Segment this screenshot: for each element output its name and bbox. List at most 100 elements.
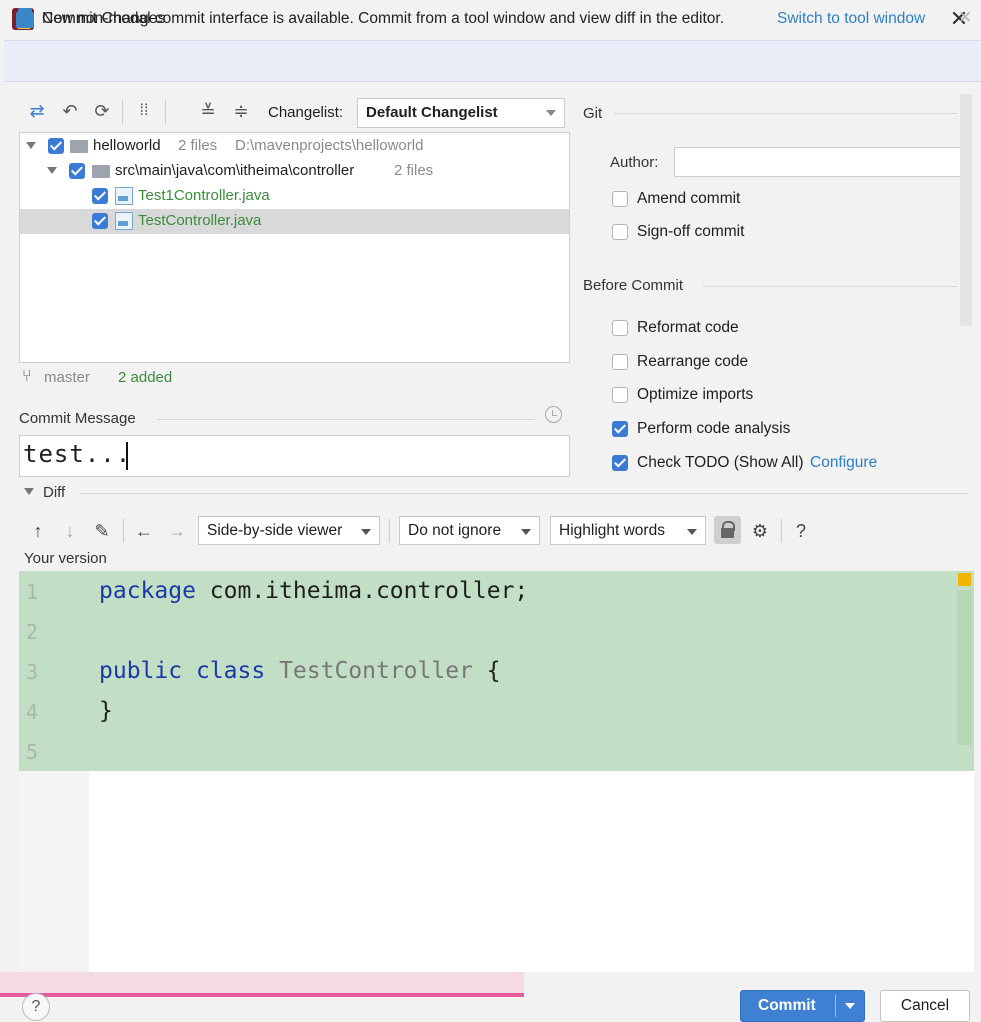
tree-row-package[interactable]: src\main\java\com\itheima\controller 2 f… [20, 159, 569, 184]
lock-icon[interactable] [714, 516, 741, 544]
commit-button-label: Commit [758, 997, 816, 1014]
text-caret [126, 442, 128, 470]
switch-to-tool-window-link[interactable]: Switch to tool window [777, 10, 925, 28]
option-label: Optimize imports [637, 386, 754, 403]
file-checkbox[interactable] [92, 188, 108, 204]
toolbar-separator [389, 519, 390, 543]
next-difference-icon[interactable]: ↓ [59, 520, 81, 542]
check-todo-checkbox[interactable] [612, 455, 628, 471]
notification-banner [4, 40, 981, 82]
code-token: { [472, 658, 501, 684]
move-changes-icon[interactable]: ⇄ [26, 100, 48, 122]
toolbar-separator [123, 519, 124, 543]
line-number: 5 [26, 740, 39, 764]
editor-scrollbar[interactable] [957, 590, 972, 745]
options-scrollbar[interactable] [960, 94, 972, 326]
whitespace-ignore-select[interactable]: Do not ignore [399, 516, 540, 545]
rollback-icon[interactable]: ↶ [59, 100, 81, 122]
collapse-all-icon[interactable]: ≑ [230, 100, 252, 122]
commit-message-input[interactable]: test... [19, 435, 570, 477]
module-checkbox[interactable] [48, 138, 64, 154]
changelist-select[interactable]: Default Changelist [357, 98, 565, 128]
configure-link[interactable]: Configure [810, 454, 877, 472]
option-label: Amend commit [637, 190, 741, 207]
amend-commit-checkbox[interactable] [612, 191, 628, 207]
diff-collapse-arrow-icon[interactable] [24, 488, 34, 500]
collapse-arrow-icon[interactable] [26, 142, 36, 154]
branch-icon: ⑂ [22, 368, 32, 385]
commit-message-label: Commit Message [19, 410, 136, 427]
banner-text: New non-modal commit interface is availa… [42, 10, 725, 27]
java-file-icon [115, 212, 133, 230]
editor-gutter [19, 771, 89, 972]
folder-icon [92, 165, 110, 178]
tree-row-file[interactable]: Test1Controller.java [20, 184, 569, 209]
rearrange-code-checkbox[interactable] [612, 354, 628, 370]
button-split-divider [835, 995, 836, 1017]
video-progress-bar [0, 993, 524, 997]
optimize-imports-checkbox[interactable] [612, 387, 628, 403]
package-checkbox[interactable] [69, 163, 85, 179]
branch-name[interactable]: master [44, 369, 90, 386]
tree-row-file-selected[interactable]: TestController.java [20, 209, 569, 234]
help-icon[interactable]: ? [790, 520, 812, 542]
viewer-mode-select[interactable]: Side-by-side viewer [198, 516, 380, 545]
code-token: } [99, 698, 113, 724]
edit-source-icon[interactable]: ✎ [91, 520, 113, 542]
changelist-label: Changelist: [268, 104, 344, 121]
code-line[interactable]: package com.itheima.controller; [99, 578, 528, 604]
file-name: Test1Controller.java [138, 187, 270, 204]
code-analysis-checkbox[interactable] [612, 421, 628, 437]
toolbar-separator [781, 519, 782, 543]
code-token: class [195, 658, 266, 684]
help-button[interactable]: ? [22, 993, 50, 1021]
before-commit-label: Before Commit [583, 277, 684, 294]
line-number: 2 [26, 620, 39, 644]
cancel-button[interactable]: Cancel [880, 990, 970, 1022]
file-checkbox[interactable] [92, 213, 108, 229]
change-marker[interactable] [958, 573, 971, 586]
option-label: Sign-off commit [637, 223, 745, 240]
toolbar-separator [165, 100, 166, 124]
commit-options-arrow-icon[interactable] [845, 1003, 855, 1014]
commit-button[interactable]: Commit [740, 990, 865, 1022]
refresh-icon[interactable]: ⟳ [91, 100, 113, 122]
module-folder-icon [70, 140, 88, 153]
option-label: Rearrange code [637, 353, 749, 370]
highlight-mode-select[interactable]: Highlight words [550, 516, 706, 545]
tree-row-module[interactable]: helloworld 2 files D:\mavenprojects\hell… [20, 134, 569, 159]
code-token: com.itheima.controller; [195, 578, 529, 604]
line-number: 3 [26, 660, 39, 684]
option-label: Check TODO (Show All) [637, 454, 804, 471]
code-line[interactable]: } [99, 698, 113, 724]
diff-label: Diff [43, 484, 66, 501]
group-by-icon[interactable]: ⁞⁞ [133, 100, 155, 122]
divider [157, 419, 535, 420]
settings-gear-icon[interactable]: ⚙ [749, 520, 771, 542]
reformat-code-checkbox[interactable] [612, 320, 628, 336]
code-token: TestController [279, 658, 473, 684]
sign-off-checkbox[interactable] [612, 224, 628, 240]
author-input[interactable] [674, 147, 967, 177]
file-name: TestController.java [138, 212, 262, 229]
option-label: Perform code analysis [637, 420, 791, 437]
previous-difference-icon[interactable]: ↑ [27, 520, 49, 542]
code-token: public [99, 658, 183, 684]
module-name: helloworld [93, 137, 161, 154]
author-label: Author: [610, 154, 659, 171]
code-token: package [99, 578, 196, 604]
module-path: D:\mavenprojects\helloworld [235, 137, 424, 154]
banner-close-icon[interactable]: ✕ [958, 8, 972, 28]
history-clock-icon[interactable] [545, 406, 562, 423]
added-count: 2 added [118, 369, 173, 386]
next-file-icon[interactable]: → [166, 520, 188, 542]
divider [80, 493, 968, 494]
package-file-count: 2 files [394, 162, 434, 179]
expand-all-icon[interactable]: ≚ [197, 100, 219, 122]
toolbar-separator [122, 100, 123, 124]
code-line[interactable]: public class TestController { [99, 658, 501, 684]
previous-file-icon[interactable]: ← [133, 520, 155, 542]
collapse-arrow-icon[interactable] [47, 167, 57, 179]
line-number: 1 [26, 580, 39, 604]
